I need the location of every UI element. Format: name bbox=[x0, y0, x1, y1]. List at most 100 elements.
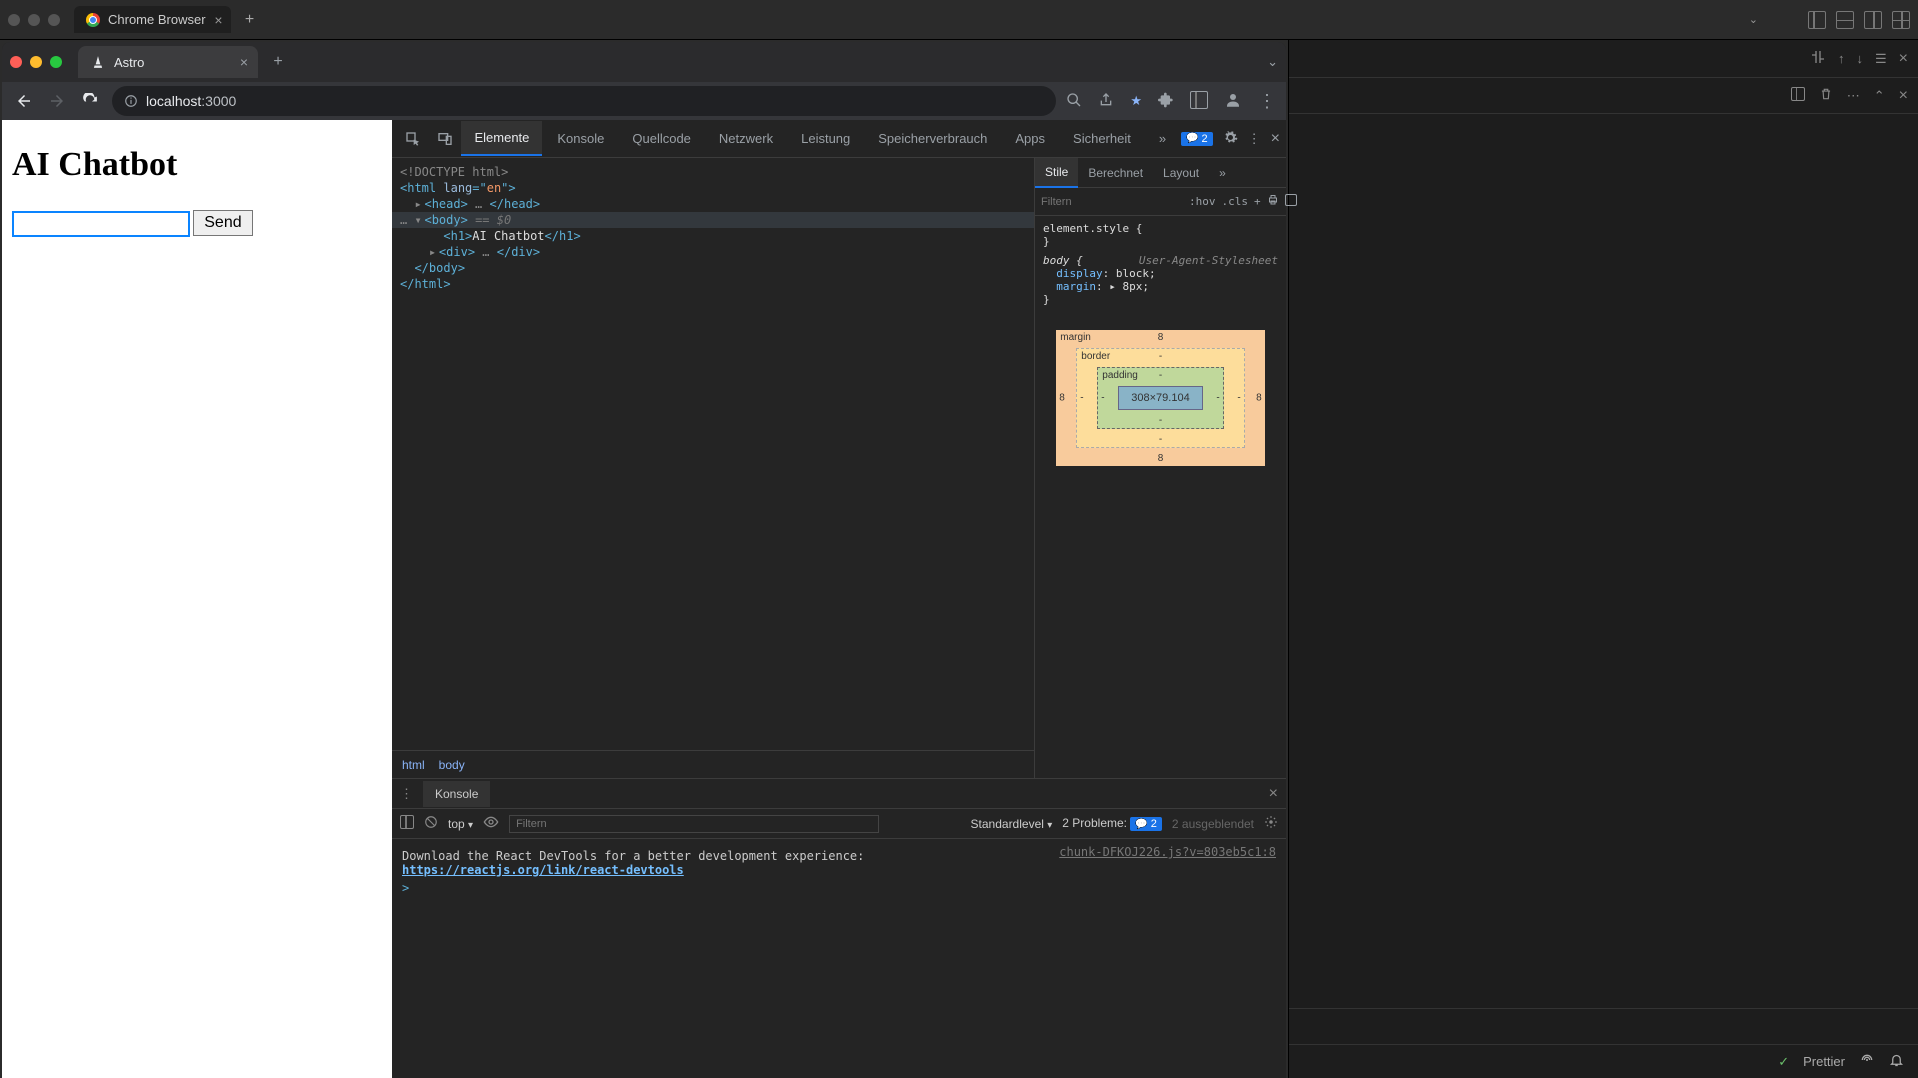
chrome-toolbar: localhost:3000 ★ ⋮ bbox=[2, 82, 1286, 120]
devtools-tab-apps[interactable]: Apps bbox=[1002, 122, 1058, 155]
chat-input[interactable] bbox=[12, 211, 190, 237]
device-toolbar-icon[interactable] bbox=[430, 124, 460, 154]
styles-tab-layout[interactable]: Layout bbox=[1153, 159, 1209, 187]
list-icon[interactable]: ☰ bbox=[1875, 51, 1887, 67]
trash-icon[interactable] bbox=[1819, 87, 1833, 104]
styles-tab-computed[interactable]: Berechnet bbox=[1078, 159, 1153, 187]
window-zoom-icon[interactable] bbox=[50, 56, 62, 68]
box-model-content-size: 308×79.104 bbox=[1118, 386, 1202, 410]
address-bar[interactable]: localhost:3000 bbox=[112, 86, 1056, 116]
close-icon[interactable]: × bbox=[1899, 50, 1908, 68]
devtools-tab-security[interactable]: Sicherheit bbox=[1060, 122, 1144, 155]
console-drawer-tab[interactable]: Konsole bbox=[423, 781, 490, 807]
breadcrumb-body[interactable]: body bbox=[439, 758, 465, 772]
gear-icon[interactable] bbox=[1223, 130, 1238, 148]
styles-filter-bar: :hov .cls + bbox=[1035, 188, 1286, 216]
chrome-tab-astro[interactable]: Astro × bbox=[78, 46, 258, 78]
disclosure-triangle-icon[interactable]: ▸ bbox=[429, 245, 439, 259]
layout-split-horizontal-icon[interactable] bbox=[1836, 11, 1854, 29]
outer-tabbar: Chrome Browser × + ⌄ bbox=[0, 0, 1918, 40]
styles-tab-more[interactable]: » bbox=[1209, 159, 1236, 187]
more-horiz-icon[interactable]: ⋯ bbox=[1847, 88, 1860, 104]
arrow-up-icon[interactable]: ↑ bbox=[1838, 51, 1845, 66]
chevron-down-icon[interactable]: ⌄ bbox=[1749, 13, 1758, 26]
prettier-status[interactable]: Prettier bbox=[1803, 1054, 1845, 1069]
kebab-menu-icon[interactable]: ⋮ bbox=[1248, 131, 1261, 147]
external-link[interactable]: https://reactjs.org/link/react-devtools bbox=[402, 863, 684, 877]
context-selector[interactable]: top ▾ bbox=[448, 817, 473, 831]
profile-icon[interactable] bbox=[1224, 91, 1242, 112]
close-icon[interactable]: × bbox=[240, 54, 248, 70]
problems-summary[interactable]: 2 Probleme: 2 bbox=[1062, 816, 1162, 832]
devtools-tab-sources[interactable]: Quellcode bbox=[619, 122, 704, 155]
hov-toggle[interactable]: :hov bbox=[1189, 195, 1216, 208]
clear-console-icon[interactable] bbox=[424, 815, 438, 832]
kebab-menu-icon[interactable]: ⋮ bbox=[400, 786, 413, 802]
chevron-down-icon[interactable]: ⌄ bbox=[1267, 54, 1278, 70]
reload-button[interactable] bbox=[79, 89, 102, 113]
close-icon[interactable]: × bbox=[1899, 87, 1908, 105]
zoom-icon[interactable] bbox=[1066, 92, 1082, 111]
chrome-new-tab-button[interactable]: + bbox=[264, 48, 292, 76]
elements-dom-tree[interactable]: <!DOCTYPE html> <html lang="en"> ▸<head>… bbox=[392, 158, 1034, 750]
styles-pane: Stile Berechnet Layout » :hov .cls + bbox=[1034, 158, 1286, 778]
breadcrumb-html[interactable]: html bbox=[402, 758, 425, 772]
editor-bottombar: ✓ Prettier bbox=[1289, 1044, 1918, 1078]
editor-content-area bbox=[1289, 114, 1918, 1008]
bell-icon[interactable] bbox=[1889, 1053, 1904, 1071]
extensions-icon[interactable] bbox=[1158, 92, 1174, 111]
style-rules[interactable]: element.style { } body {User-Agent-Style… bbox=[1035, 216, 1286, 312]
chevron-down-icon: ▾ bbox=[1047, 820, 1052, 831]
inspect-element-icon[interactable] bbox=[398, 124, 428, 154]
console-filter-input[interactable] bbox=[509, 815, 879, 833]
styles-tab-stile[interactable]: Stile bbox=[1035, 158, 1078, 188]
share-icon[interactable] bbox=[1098, 92, 1114, 111]
new-style-rule-icon[interactable]: + bbox=[1254, 195, 1261, 208]
window-close-icon[interactable] bbox=[10, 56, 22, 68]
layout-grid-icon[interactable] bbox=[1892, 11, 1910, 29]
devtools-tab-network[interactable]: Netzwerk bbox=[706, 122, 786, 155]
send-button[interactable]: Send bbox=[193, 210, 252, 236]
forward-button[interactable] bbox=[45, 89, 68, 113]
devtools-tab-elements[interactable]: Elemente bbox=[461, 121, 542, 156]
back-button[interactable] bbox=[12, 89, 35, 113]
console-output[interactable]: chunk-DFKOJ226.js?v=803eb5c1:8 Download … bbox=[392, 839, 1286, 1078]
disclosure-triangle-icon[interactable]: ▾ bbox=[414, 213, 424, 227]
devtools-tab-performance[interactable]: Leistung bbox=[788, 122, 863, 155]
window-minimize-icon[interactable] bbox=[30, 56, 42, 68]
devtools-tab-console[interactable]: Konsole bbox=[544, 122, 617, 155]
arrow-down-icon[interactable]: ↓ bbox=[1857, 51, 1864, 66]
disclosure-triangle-icon[interactable]: ▸ bbox=[414, 197, 424, 211]
close-icon[interactable]: × bbox=[1271, 130, 1280, 148]
hidden-count[interactable]: 2 ausgeblendet bbox=[1172, 817, 1254, 831]
bookmark-star-icon[interactable]: ★ bbox=[1130, 93, 1142, 109]
devtools-panel: Elemente Konsole Quellcode Netzwerk Leis… bbox=[392, 120, 1286, 1078]
eye-icon[interactable] bbox=[483, 814, 499, 833]
styles-filter-input[interactable] bbox=[1041, 196, 1183, 208]
cls-toggle[interactable]: .cls bbox=[1222, 195, 1249, 208]
chevron-up-icon[interactable]: ⌃ bbox=[1874, 88, 1885, 104]
outer-tab-chrome[interactable]: Chrome Browser × bbox=[74, 6, 231, 33]
devtools-tabs-more[interactable]: » bbox=[1146, 122, 1179, 155]
kebab-menu-icon[interactable]: ⋮ bbox=[1258, 91, 1276, 112]
chrome-window: Astro × + ⌄ bbox=[2, 42, 1286, 1078]
gear-icon[interactable] bbox=[1264, 815, 1278, 832]
close-icon[interactable]: × bbox=[1269, 785, 1278, 803]
compare-icon[interactable] bbox=[1810, 49, 1826, 68]
side-panel-icon[interactable] bbox=[1190, 91, 1208, 112]
panel-toggle-icon[interactable] bbox=[1791, 87, 1805, 104]
layout-split-vertical-icon[interactable] bbox=[1864, 11, 1882, 29]
source-link[interactable]: chunk-DFKOJ226.js?v=803eb5c1:8 bbox=[1059, 845, 1276, 859]
devtools-tab-memory[interactable]: Speicherverbrauch bbox=[865, 122, 1000, 155]
issues-badge[interactable]: 2 bbox=[1181, 132, 1213, 146]
site-info-icon bbox=[124, 94, 138, 108]
close-icon[interactable]: × bbox=[214, 12, 222, 28]
console-sidebar-icon[interactable] bbox=[400, 815, 414, 832]
layout-panel-left-icon[interactable] bbox=[1808, 11, 1826, 29]
print-icon[interactable] bbox=[1267, 194, 1279, 209]
outer-new-tab-button[interactable]: + bbox=[237, 7, 263, 33]
broadcast-icon[interactable] bbox=[1859, 1052, 1875, 1071]
log-level-selector[interactable]: Standardlevel ▾ bbox=[971, 817, 1053, 831]
astro-favicon-icon bbox=[90, 54, 106, 70]
dot-icon bbox=[8, 14, 20, 26]
